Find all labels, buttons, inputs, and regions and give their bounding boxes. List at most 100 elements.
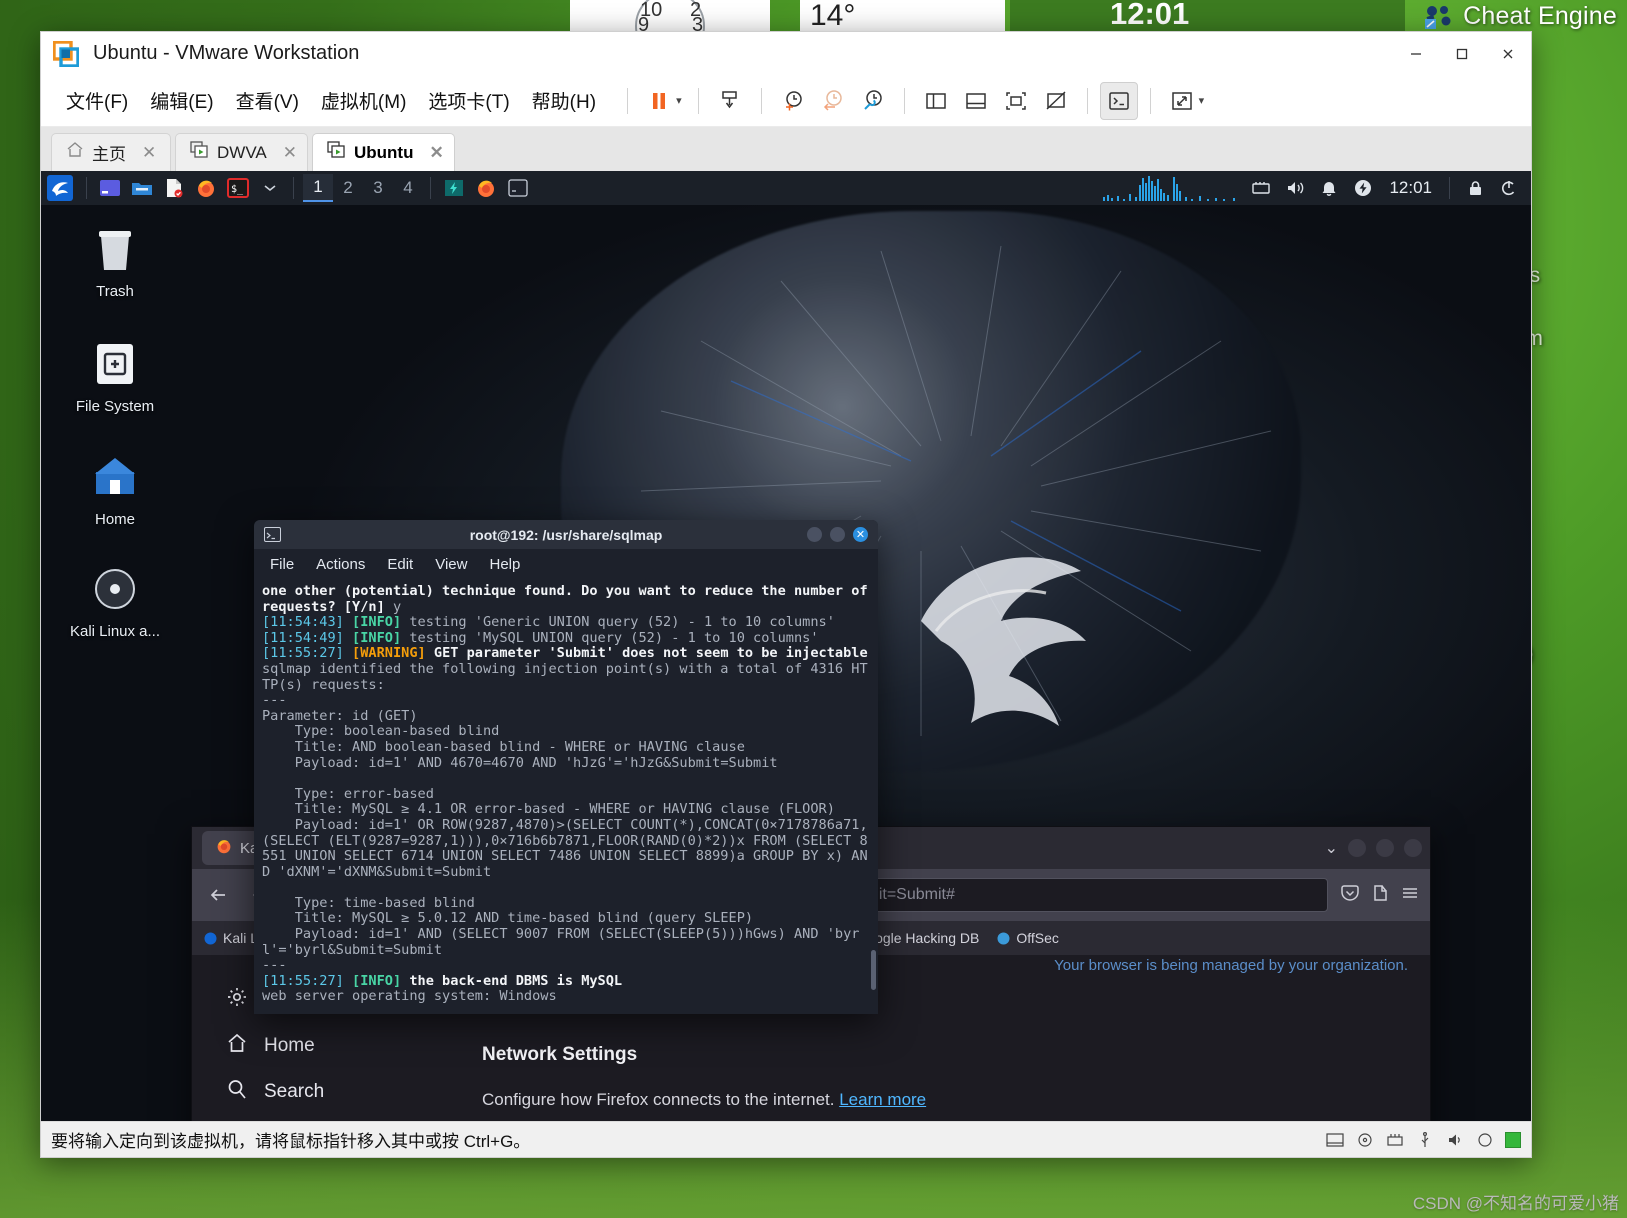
back-button[interactable] — [202, 878, 236, 912]
firefox-window-icon[interactable] — [472, 175, 500, 201]
tab-home[interactable]: 主页 ✕ — [51, 133, 171, 171]
network-adapter-icon[interactable] — [1385, 1131, 1405, 1149]
show-thumbnails-button[interactable] — [957, 82, 995, 120]
workspace-1[interactable]: 1 — [303, 174, 333, 202]
flash-window-icon[interactable] — [440, 175, 468, 201]
revert-snapshot-button[interactable] — [814, 82, 852, 120]
sidebar-item-label: Search — [264, 1081, 325, 1102]
minimize-button[interactable] — [807, 527, 822, 542]
pocket-icon[interactable] — [1340, 883, 1360, 908]
desktop-icon-home[interactable]: Home — [56, 449, 174, 528]
managed-banner-text: Your browser is being managed by your or… — [1054, 957, 1408, 974]
tab-dwva[interactable]: DWVA ✕ — [175, 133, 308, 171]
terminal-output[interactable]: one other (potential) technique found. D… — [254, 579, 878, 1014]
sidebar-item-search[interactable]: Search — [226, 1069, 442, 1115]
desktop-icon-filesystem[interactable]: File System — [56, 336, 174, 415]
tab-close-button[interactable]: ✕ — [142, 143, 156, 163]
files-launcher-icon[interactable] — [128, 175, 156, 201]
toolbar-separator — [627, 87, 629, 114]
unity-mode-button[interactable] — [1037, 82, 1075, 120]
maximize-button[interactable] — [830, 527, 845, 542]
desktop-icon-trash[interactable]: Trash — [56, 221, 174, 300]
manage-snapshots-button[interactable] — [854, 82, 892, 120]
power-icon[interactable] — [1349, 175, 1377, 201]
tab-close-button[interactable]: ✕ — [283, 143, 297, 163]
workspace-4[interactable]: 4 — [393, 175, 423, 201]
menu-view[interactable]: 查看(V) — [225, 81, 310, 120]
stretch-button[interactable] — [1163, 82, 1201, 120]
terminal-menu-file[interactable]: File — [270, 556, 294, 573]
sidebar-item-home[interactable]: Home — [226, 1023, 442, 1069]
menu-tabs[interactable]: 选项卡(T) — [417, 81, 520, 120]
take-snapshot-button[interactable] — [774, 82, 812, 120]
terminal-menu-help[interactable]: Help — [489, 556, 520, 573]
menu-vm[interactable]: 虚拟机(M) — [310, 81, 417, 120]
bookmark-offsec[interactable]: OffSec — [997, 930, 1059, 946]
text-editor-icon[interactable] — [160, 175, 188, 201]
close-button[interactable] — [1485, 32, 1531, 75]
terminal-scrollbar-thumb[interactable] — [871, 950, 876, 990]
workspace-switcher[interactable]: 1 2 3 4 — [303, 174, 423, 202]
logout-icon[interactable] — [1495, 175, 1523, 201]
firefox-launcher-icon[interactable] — [192, 175, 220, 201]
dropdown-caret-icon[interactable] — [256, 175, 284, 201]
hamburger-menu-icon[interactable] — [1400, 883, 1420, 908]
snapshot-manager-button[interactable] — [711, 82, 749, 120]
sidebar-item-privacy-security[interactable]: Privacy & Security — [226, 1115, 442, 1121]
terminal-menu-view[interactable]: View — [435, 556, 467, 573]
stretch-dropdown-caret-icon[interactable]: ▾ — [1199, 94, 1205, 107]
menu-file[interactable]: 文件(F) — [55, 81, 139, 120]
lock-icon[interactable] — [1461, 175, 1489, 201]
printer-icon[interactable] — [1475, 1131, 1495, 1149]
kali-top-panel: $_ 1 2 3 4 12:01 — [41, 171, 1531, 205]
workspace-2[interactable]: 2 — [333, 175, 363, 201]
cd-drive-icon[interactable] — [1355, 1131, 1375, 1149]
pause-dropdown-caret-icon[interactable]: ▾ — [676, 94, 682, 107]
minimize-button[interactable] — [1348, 839, 1366, 857]
terminal-window-icon[interactable] — [504, 175, 532, 201]
volume-icon[interactable] — [1281, 175, 1309, 201]
desktop-icon-label: File System — [75, 398, 155, 415]
maximize-button[interactable] — [1439, 32, 1485, 75]
console-button[interactable] — [1099, 81, 1138, 120]
show-library-button[interactable] — [917, 82, 955, 120]
notifications-icon[interactable] — [1315, 175, 1343, 201]
workspace-3[interactable]: 3 — [363, 175, 393, 201]
vmware-workstation-window: Ubuntu - VMware Workstation 文件(F) 编辑(E) … — [40, 31, 1532, 1158]
close-button[interactable] — [1404, 839, 1422, 857]
terminal-red-icon[interactable]: $_ — [224, 175, 252, 201]
tab-ubuntu[interactable]: Ubuntu ✕ — [312, 133, 455, 171]
network-settings-description-text: Configure how Firefox connects to the in… — [482, 1090, 840, 1109]
minimize-button[interactable] — [1393, 32, 1439, 75]
hard-disk-icon[interactable] — [1325, 1131, 1345, 1149]
learn-more-link[interactable]: Learn more — [839, 1090, 926, 1109]
kali-menu-icon[interactable] — [47, 175, 73, 201]
guest-screen[interactable]: $_ 1 2 3 4 12:01 Trash File System Home … — [41, 171, 1531, 1121]
terminal-menu-actions[interactable]: Actions — [316, 556, 365, 573]
tab-close-button[interactable]: ✕ — [429, 143, 443, 163]
svg-text:9: 9 — [638, 14, 649, 31]
vmware-status-message: 要将输入定向到该虚拟机，请将鼠标指针移入其中或按 Ctrl+G。 — [51, 1132, 531, 1151]
fullscreen-button[interactable] — [997, 82, 1035, 120]
menu-help[interactable]: 帮助(H) — [521, 81, 607, 120]
usb-icon[interactable] — [1415, 1131, 1435, 1149]
home-folder-icon — [56, 449, 174, 505]
panel-clock[interactable]: 12:01 — [1389, 178, 1432, 198]
vmware-window-controls — [1393, 32, 1531, 75]
terminal-launcher-icon[interactable] — [96, 175, 124, 201]
terminal-menu-edit[interactable]: Edit — [387, 556, 413, 573]
close-button[interactable]: ✕ — [853, 527, 868, 542]
chevron-down-icon[interactable]: ⌄ — [1325, 838, 1338, 858]
extensions-icon[interactable] — [1370, 883, 1390, 908]
pause-button[interactable] — [640, 82, 678, 120]
svg-text:$_: $_ — [231, 184, 244, 195]
kali-tray: 12:01 — [1103, 175, 1525, 201]
sound-icon[interactable] — [1445, 1131, 1465, 1149]
network-icon[interactable] — [1247, 175, 1275, 201]
terminal-window-controls: ✕ — [807, 527, 868, 542]
home-icon — [226, 1032, 248, 1060]
toolbar-separator — [1086, 87, 1088, 114]
menu-edit[interactable]: 编辑(E) — [139, 81, 224, 120]
maximize-button[interactable] — [1376, 839, 1394, 857]
desktop-icon-kali-media[interactable]: Kali Linux a... — [56, 561, 174, 640]
